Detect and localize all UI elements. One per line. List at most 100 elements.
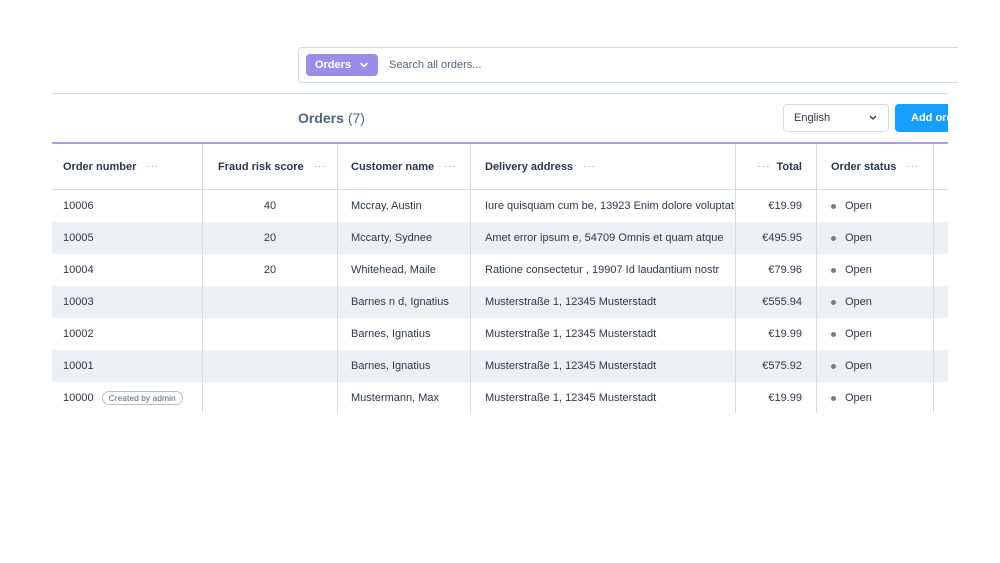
- cell-delivery-address[interactable]: Musterstraße 1, 12345 Musterstadt: [471, 350, 736, 382]
- column-header-total[interactable]: ··· Total: [736, 144, 817, 189]
- cell-total[interactable]: €19.99: [736, 318, 817, 350]
- more-horizontal-icon[interactable]: ···: [146, 161, 159, 172]
- order-status: Open: [845, 200, 872, 212]
- cell-delivery-address[interactable]: Amet error ipsum e, 54709 Omnis et quam …: [471, 222, 736, 254]
- search-type-label: Orders: [315, 59, 352, 71]
- cell-order-number[interactable]: 10000 Created by admin: [52, 382, 203, 413]
- fraud-risk-score: 40: [263, 200, 277, 212]
- delivery-address: Musterstraße 1, 12345 Musterstadt: [485, 328, 657, 340]
- table-row[interactable]: 10001 Barnes, Ignatius Musterstraße 1, 123…: [52, 350, 948, 382]
- order-total: €19.99: [768, 328, 802, 340]
- cell-customer-name[interactable]: Barnes, Ignatius: [338, 318, 471, 350]
- table-row[interactable]: 10003 Barnes n d, Ignatius Musterstraße 1,…: [52, 286, 948, 318]
- chevron-down-icon: [359, 60, 369, 70]
- column-header-order-number[interactable]: Order number ···: [52, 144, 203, 189]
- order-number: 10005: [63, 232, 94, 244]
- cell-delivery-address[interactable]: Musterstraße 1, 12345 Musterstadt: [471, 318, 736, 350]
- search-input[interactable]: [389, 59, 790, 71]
- cell-order-status[interactable]: Open: [817, 222, 934, 254]
- cell-fraud-risk-score[interactable]: [203, 318, 338, 350]
- cell-total[interactable]: €495.95: [736, 222, 817, 254]
- status-dot-icon: [831, 331, 836, 337]
- page-title: Orders (7): [298, 110, 365, 126]
- cell-fraud-risk-score[interactable]: 40: [203, 190, 338, 222]
- cell-delivery-address[interactable]: Ratione consectetur , 19907 Id laudantiu…: [471, 254, 736, 286]
- cell-order-status[interactable]: Open: [817, 254, 934, 286]
- table-row[interactable]: 10005 20 Mccarty, Sydnee Amet error ipsum e…: [52, 222, 948, 254]
- cell-order-number[interactable]: 10005: [52, 222, 203, 254]
- cell-order-number[interactable]: 10002: [52, 318, 203, 350]
- order-status: Open: [845, 232, 872, 244]
- more-horizontal-icon[interactable]: ···: [906, 161, 919, 172]
- column-header-delivery-address[interactable]: Delivery address ···: [471, 144, 736, 189]
- customer-name: Barnes, Ignatius: [351, 360, 431, 372]
- cell-order-number[interactable]: 10006: [52, 190, 203, 222]
- table-row[interactable]: 10000 Created by admin Mustermann, Max Must…: [52, 382, 948, 413]
- cell-order-status[interactable]: Open: [817, 286, 934, 318]
- cell-extra: [934, 222, 948, 254]
- order-status: Open: [845, 264, 872, 276]
- cell-total[interactable]: €19.99: [736, 190, 817, 222]
- more-horizontal-icon[interactable]: ···: [314, 161, 327, 172]
- cell-delivery-address[interactable]: Iure quisquam cum be, 13923 Enim dolore …: [471, 190, 736, 222]
- created-by-badge: Created by admin: [101, 391, 183, 405]
- cell-order-number[interactable]: 10001: [52, 350, 203, 382]
- cell-order-number[interactable]: 10004: [52, 254, 203, 286]
- column-header-customer-name[interactable]: Customer name ···: [338, 144, 471, 189]
- customer-name: Barnes, Ignatius: [351, 328, 431, 340]
- page-title-count: (7): [347, 110, 365, 126]
- cell-order-status[interactable]: Open: [817, 190, 934, 222]
- column-header-order-status[interactable]: Order status ···: [817, 144, 934, 189]
- cell-customer-name[interactable]: Mustermann, Max: [338, 382, 471, 413]
- order-number: 10002: [63, 328, 94, 340]
- table-row[interactable]: 10004 20 Whitehead, Maile Ratione consectet…: [52, 254, 948, 286]
- cell-total[interactable]: €19.99: [736, 382, 817, 413]
- order-number: 10004: [63, 264, 94, 276]
- status-dot-icon: [831, 395, 836, 401]
- more-horizontal-icon[interactable]: ···: [583, 161, 596, 172]
- cell-fraud-risk-score[interactable]: [203, 350, 338, 382]
- cell-total[interactable]: €79.96: [736, 254, 817, 286]
- column-header-label: Fraud risk score: [218, 160, 304, 173]
- cell-delivery-address[interactable]: Musterstraße 1, 12345 Musterstadt: [471, 286, 736, 318]
- order-number: 10000: [63, 392, 94, 404]
- search-type-dropdown[interactable]: Orders: [306, 54, 379, 76]
- cell-delivery-address[interactable]: Musterstraße 1, 12345 Musterstadt: [471, 382, 736, 413]
- more-horizontal-icon[interactable]: ···: [758, 161, 771, 172]
- cell-fraud-risk-score[interactable]: 20: [203, 254, 338, 286]
- cell-order-number[interactable]: 10003: [52, 286, 203, 318]
- cell-customer-name[interactable]: Barnes, Ignatius: [338, 350, 471, 382]
- cell-extra: [934, 254, 948, 286]
- more-horizontal-icon[interactable]: ···: [444, 161, 457, 172]
- table-header-row: Order number ··· Fraud risk score ··· Cu…: [52, 144, 948, 190]
- cell-customer-name[interactable]: Mccray, Austin: [338, 190, 471, 222]
- cell-fraud-risk-score[interactable]: [203, 286, 338, 318]
- cell-customer-name[interactable]: Barnes n d, Ignatius: [338, 286, 471, 318]
- delivery-address: Amet error ipsum e, 54709 Omnis et quam …: [485, 232, 724, 244]
- status-dot-icon: [831, 203, 836, 209]
- cell-order-status[interactable]: Open: [817, 382, 934, 413]
- cell-order-status[interactable]: Open: [817, 318, 934, 350]
- column-header-extra: [934, 144, 948, 189]
- cell-fraud-risk-score[interactable]: 20: [203, 222, 338, 254]
- cell-order-status[interactable]: Open: [817, 350, 934, 382]
- customer-name: Barnes n d, Ignatius: [351, 296, 449, 308]
- table-row[interactable]: 10006 40 Mccray, Austin Iure quisquam cum b…: [52, 190, 948, 222]
- column-header-label: Order status: [831, 160, 897, 173]
- cell-customer-name[interactable]: Whitehead, Maile: [338, 254, 471, 286]
- cell-total[interactable]: €575.92: [736, 350, 817, 382]
- order-number: 10003: [63, 296, 94, 308]
- status-dot-icon: [831, 363, 836, 369]
- column-header-label: Total: [776, 160, 802, 173]
- cell-customer-name[interactable]: Mccarty, Sydnee: [338, 222, 471, 254]
- add-order-button[interactable]: Add ord: [895, 104, 948, 132]
- order-total: €495.95: [762, 232, 802, 244]
- column-header-fraud-risk-score[interactable]: Fraud risk score ···: [203, 144, 338, 189]
- delivery-address: Iure quisquam cum be, 13923 Enim dolore …: [485, 200, 734, 212]
- table-row[interactable]: 10002 Barnes, Ignatius Musterstraße 1, 123…: [52, 318, 948, 350]
- cell-fraud-risk-score[interactable]: [203, 382, 338, 413]
- column-header-label: Delivery address: [485, 160, 574, 173]
- customer-name: Mustermann, Max: [351, 392, 440, 404]
- cell-total[interactable]: €555.94: [736, 286, 817, 318]
- language-select[interactable]: English: [783, 104, 889, 132]
